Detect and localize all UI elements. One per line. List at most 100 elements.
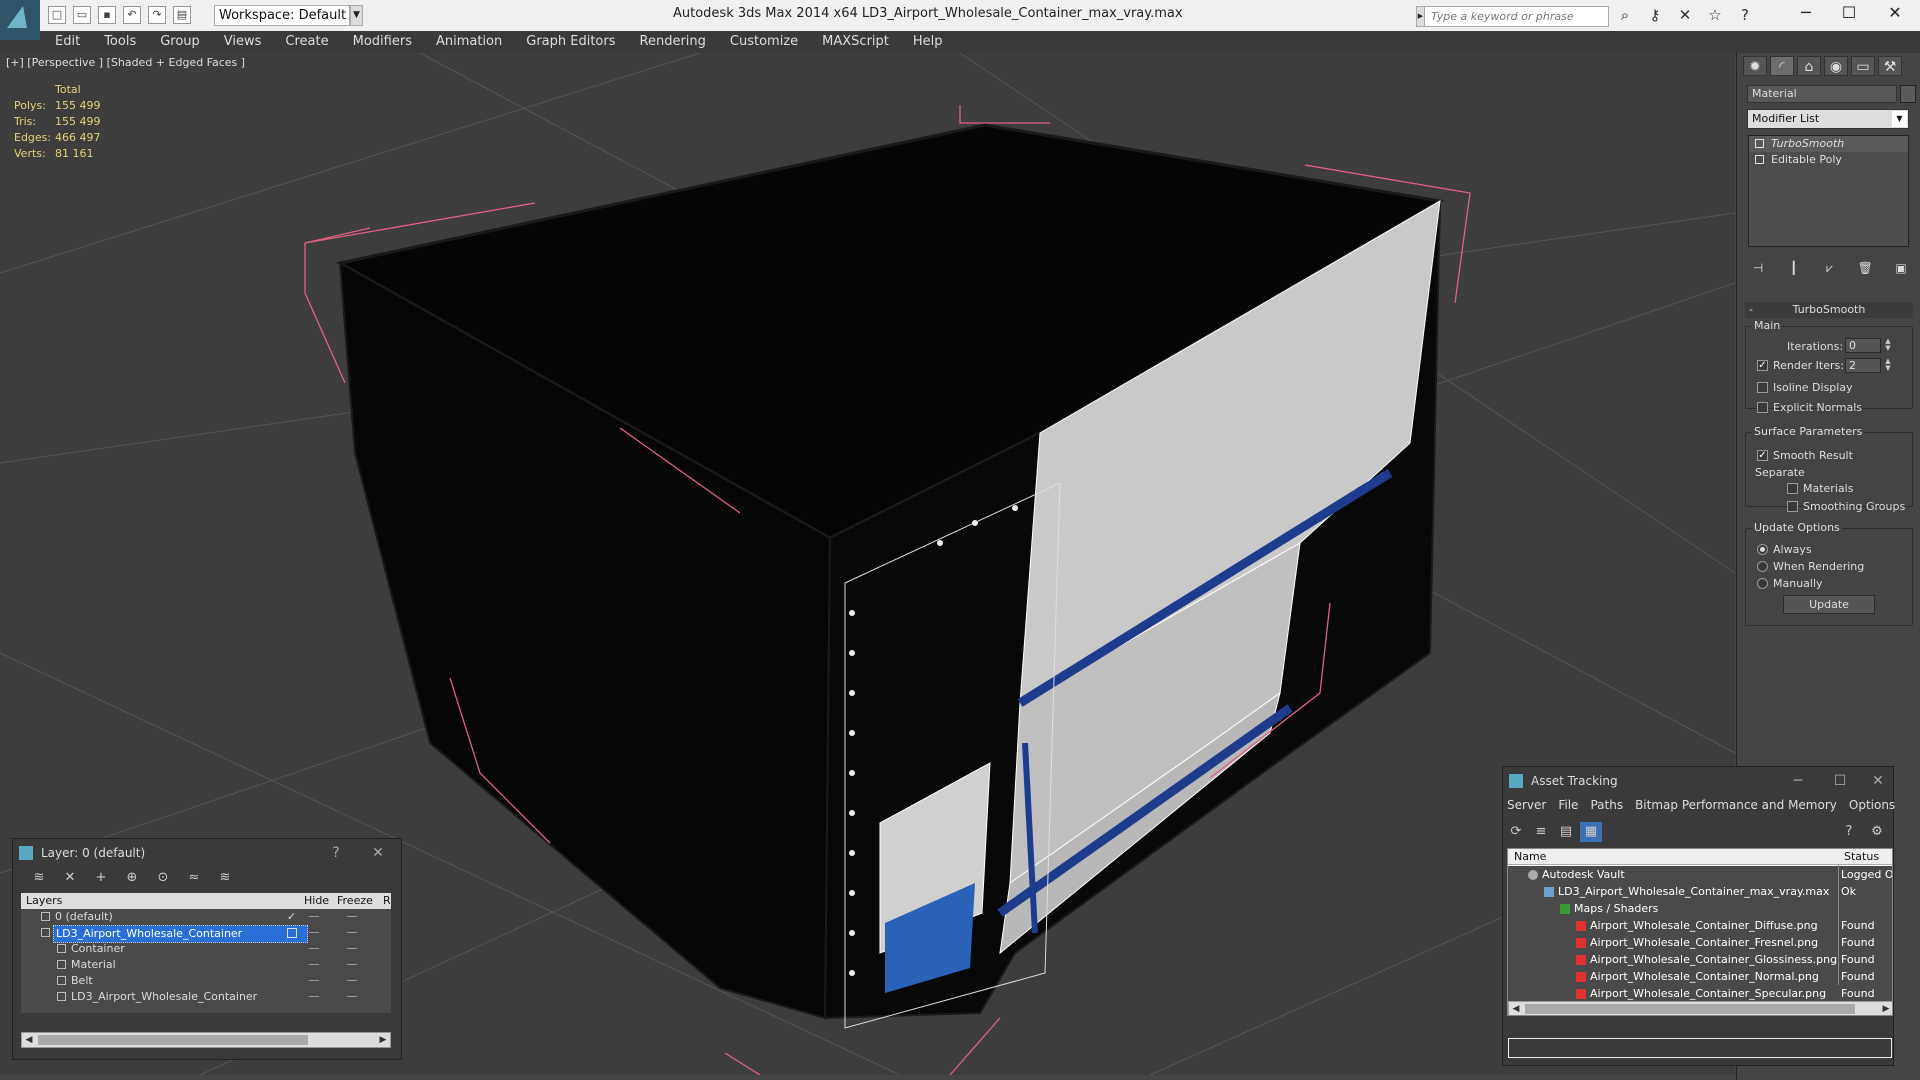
menu-animation[interactable]: Animation — [436, 31, 502, 53]
update-button[interactable]: Update — [1783, 595, 1875, 614]
make-unique-icon[interactable]: ⩗ — [1819, 259, 1841, 277]
hide-toggle[interactable] — [309, 964, 319, 965]
freeze-toggle[interactable] — [347, 948, 357, 949]
smooth-result-checkbox[interactable]: ✓ — [1757, 450, 1768, 461]
menu-graph-editors[interactable]: Graph Editors — [526, 31, 615, 53]
chevron-down-icon[interactable]: ▼ — [350, 5, 363, 26]
list-view-icon[interactable]: ≡ — [1530, 822, 1552, 842]
freeze-column-header[interactable]: Freeze — [337, 894, 373, 907]
show-end-result-icon[interactable]: ┃ — [1783, 259, 1805, 277]
chevron-down-icon[interactable]: ▼ — [1892, 111, 1907, 127]
remove-modifier-icon[interactable]: 🗑 — [1854, 259, 1876, 277]
hide-toggle[interactable] — [309, 948, 319, 949]
help-icon[interactable]: ? — [1734, 5, 1756, 25]
asset-row[interactable]: Airport_Wholesale_Container_Specular.png… — [1508, 985, 1892, 1002]
menu-tools[interactable]: Tools — [104, 31, 136, 53]
asset-horizontal-scrollbar[interactable]: ◀ ▶ — [1508, 1001, 1892, 1015]
object-color-swatch[interactable] — [1900, 85, 1916, 103]
freeze-toggle[interactable] — [347, 932, 357, 933]
menu-customize[interactable]: Customize — [730, 31, 798, 53]
render-iters-checkbox[interactable]: ✓ — [1757, 360, 1768, 371]
hide-toggle[interactable] — [309, 916, 319, 917]
asset-row[interactable]: Airport_Wholesale_Container_Fresnel.png … — [1508, 934, 1892, 951]
scroll-right-icon[interactable]: ▶ — [376, 1033, 390, 1047]
active-layer-check-icon[interactable]: ✓ — [287, 909, 296, 925]
layer-row[interactable]: Belt — [21, 973, 391, 989]
menu-maxscript[interactable]: MAXScript — [822, 31, 889, 53]
detail-view-icon[interactable]: ▤ — [1555, 822, 1577, 842]
workspace-dropdown[interactable]: Workspace: Default — [214, 5, 350, 26]
asset-row[interactable]: LD3_Airport_Wholesale_Container_max_vray… — [1508, 883, 1892, 900]
turbosmooth-rollout-header[interactable]: - TurboSmooth — [1745, 302, 1913, 318]
open-file-icon[interactable]: ▭ — [73, 6, 91, 24]
name-column-header[interactable]: Name — [1514, 850, 1546, 863]
add-selection-to-layer-icon[interactable]: ⊕ — [121, 868, 143, 888]
menu-edit[interactable]: Edit — [55, 31, 80, 53]
status-column-header[interactable]: Status — [1844, 850, 1879, 863]
menu-options[interactable]: Options — [1849, 798, 1895, 812]
close-button[interactable]: ✕ — [1872, 0, 1918, 26]
delete-layer-icon[interactable]: ✕ — [59, 868, 81, 888]
minimize-button[interactable]: ─ — [1783, 0, 1829, 26]
lightbulb-icon[interactable] — [1755, 139, 1764, 148]
favorites-star-icon[interactable]: ☆ — [1704, 5, 1726, 25]
scroll-thumb[interactable] — [1525, 1004, 1855, 1014]
binoculars-icon[interactable]: ⌕ — [1614, 5, 1636, 25]
expand-icon[interactable] — [1755, 155, 1764, 164]
scroll-left-icon[interactable]: ◀ — [1509, 1002, 1523, 1015]
select-objects-in-layer-icon[interactable]: ⊙ — [152, 868, 174, 888]
search-input[interactable]: Type a keyword or phrase — [1424, 6, 1609, 27]
manually-radio[interactable] — [1757, 578, 1768, 589]
menu-server[interactable]: Server — [1507, 798, 1546, 812]
modifier-list-dropdown[interactable]: Modifier List ▼ — [1747, 109, 1909, 129]
pin-stack-icon[interactable]: ⊣ — [1747, 259, 1769, 277]
new-file-icon[interactable]: □ — [48, 6, 66, 24]
iterations-spinner[interactable]: 0 — [1845, 338, 1881, 353]
stack-item-turbosmooth[interactable]: TurboSmooth — [1749, 136, 1908, 152]
active-layer-box-icon[interactable] — [287, 928, 297, 938]
menu-bitmap-performance[interactable]: Bitmap Performance and Memory — [1635, 798, 1837, 812]
asset-row[interactable]: Autodesk Vault Logged O — [1508, 866, 1892, 883]
table-view-icon[interactable]: ▦ — [1580, 822, 1602, 842]
viewport-label[interactable]: [+] [Perspective ] [Shaded + Edged Faces… — [6, 56, 245, 69]
project-folder-icon[interactable]: ▤ — [173, 6, 191, 24]
help-icon[interactable]: ? — [325, 843, 347, 863]
close-icon[interactable]: ✕ — [1867, 771, 1889, 791]
explicit-normals-checkbox[interactable] — [1757, 402, 1768, 413]
freeze-toggle[interactable] — [347, 964, 357, 965]
maximize-button[interactable]: ☐ — [1826, 0, 1872, 26]
always-radio[interactable] — [1757, 544, 1768, 555]
freeze-toggle[interactable] — [347, 996, 357, 997]
collapse-icon[interactable]: - — [1749, 302, 1753, 318]
smoothing-groups-checkbox[interactable] — [1787, 501, 1798, 512]
column-divider[interactable] — [1838, 865, 1839, 985]
menu-paths[interactable]: Paths — [1590, 798, 1623, 812]
scroll-thumb[interactable] — [38, 1035, 308, 1045]
menu-file[interactable]: File — [1558, 798, 1578, 812]
hide-toggle[interactable] — [309, 932, 319, 933]
when-rendering-radio[interactable] — [1757, 561, 1768, 572]
hide-all-layers-icon[interactable]: ≋ — [214, 868, 236, 888]
render-column-header[interactable]: R — [383, 894, 391, 907]
layer-row[interactable]: LD3_Airport_Wholesale_Container — [21, 925, 391, 943]
help-icon[interactable]: ? — [1838, 822, 1860, 842]
asset-row[interactable]: Airport_Wholesale_Container_Glossiness.p… — [1508, 951, 1892, 968]
layer-row[interactable]: Container — [21, 941, 391, 957]
utilities-tab-icon[interactable]: ⚒ — [1878, 56, 1902, 76]
close-icon[interactable]: ✕ — [367, 843, 389, 863]
menu-create[interactable]: Create — [285, 31, 328, 53]
scroll-right-icon[interactable]: ▶ — [1879, 1002, 1892, 1015]
asset-row[interactable]: Maps / Shaders — [1508, 900, 1892, 917]
layer-row[interactable]: Material — [21, 957, 391, 973]
exchange-icon[interactable]: ✕ — [1674, 5, 1696, 25]
save-icon[interactable]: ▪ — [98, 6, 116, 24]
modify-tab-icon[interactable]: ◜ — [1770, 56, 1794, 76]
menu-rendering[interactable]: Rendering — [640, 31, 706, 53]
key-icon[interactable]: ⚷ — [1644, 5, 1666, 25]
hide-toggle[interactable] — [309, 980, 319, 981]
render-iters-spinner[interactable]: 2 — [1845, 358, 1881, 373]
add-layer-icon[interactable]: + — [90, 868, 112, 888]
layer-manager-icon[interactable]: ≋ — [28, 868, 50, 888]
menu-group[interactable]: Group — [160, 31, 200, 53]
configure-modifier-sets-icon[interactable]: ▣ — [1890, 259, 1912, 277]
